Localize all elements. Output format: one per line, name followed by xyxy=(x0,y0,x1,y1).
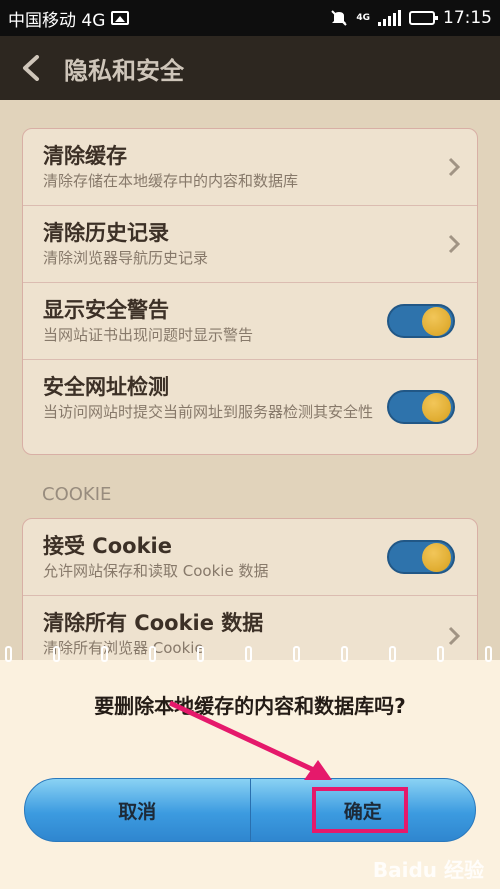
annotation-arrow-icon xyxy=(168,700,332,780)
annotation-highlight-box xyxy=(312,787,408,833)
screen: 中国移动 4G 4G 17:15 隐私和安全 清除缓存 清除存储在本地缓存中的内… xyxy=(0,0,500,889)
watermark-logo: Baidu 经验 xyxy=(372,858,484,882)
